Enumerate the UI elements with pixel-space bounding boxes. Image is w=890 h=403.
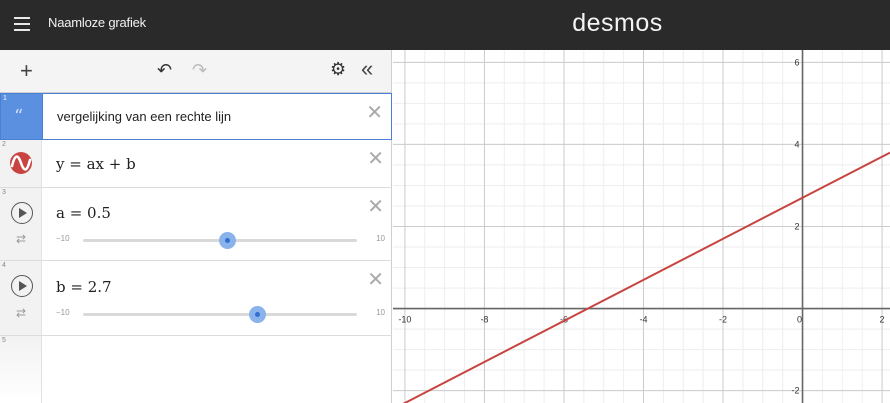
y-tick-label: 6 xyxy=(795,57,800,67)
expression-number: 1 xyxy=(3,95,7,102)
slider-thumb[interactable] xyxy=(248,306,266,323)
slider-b[interactable]: −10 10 xyxy=(56,306,391,323)
graph-canvas[interactable]: -10 -8 -6 -4 -2 0 2642-2 xyxy=(393,50,890,403)
plus-icon[interactable]: + xyxy=(20,58,33,84)
slider-track[interactable] xyxy=(83,232,357,249)
y-tick-label: 2 xyxy=(795,222,800,232)
undo-icon[interactable]: ↶ xyxy=(157,60,172,81)
loop-icon[interactable]: ⇄ xyxy=(16,232,26,246)
delete-icon[interactable]: ✕ xyxy=(366,100,383,125)
x-tick-label: 2 xyxy=(880,315,885,325)
x-tick-label: -10 xyxy=(398,315,411,325)
play-icon[interactable] xyxy=(11,202,33,224)
desmos-logo: desmos xyxy=(572,9,663,37)
slider-track[interactable] xyxy=(83,306,357,323)
graph-color-icon[interactable] xyxy=(9,151,33,175)
x-tick-label: -8 xyxy=(480,315,488,325)
slider-formula[interactable]: a = 0.5 xyxy=(56,204,111,222)
double-chevron-left-icon[interactable]: « xyxy=(361,56,373,82)
slider-thumb[interactable] xyxy=(218,232,236,249)
y-tick-label: 4 xyxy=(795,139,800,149)
x-tick-label: 0 xyxy=(797,315,802,325)
slider-min[interactable]: −10 xyxy=(56,234,70,243)
empty-expression-gutter[interactable]: 5 xyxy=(0,336,42,403)
slider-min[interactable]: −10 xyxy=(56,308,70,317)
loop-icon[interactable]: ⇄ xyxy=(16,306,26,320)
quote-icon: “ xyxy=(14,106,24,127)
expression-number: 3 xyxy=(2,189,6,196)
slider-formula[interactable]: b = 2.7 xyxy=(56,278,112,296)
note-text[interactable]: vergelijking van een rechte lijn xyxy=(57,109,231,124)
slider-max[interactable]: 10 xyxy=(376,308,385,317)
expression-row[interactable]: 2 y = ax + b ✕ xyxy=(0,140,392,188)
expression-number: 5 xyxy=(2,337,6,344)
plotted-line xyxy=(402,151,890,403)
x-tick-label: -4 xyxy=(639,315,647,325)
redo-icon[interactable]: ↷ xyxy=(192,60,207,81)
note-row[interactable]: 1 “ vergelijking van een rechte lijn ✕ xyxy=(0,93,392,140)
expression-formula[interactable]: y = ax + b xyxy=(56,155,136,173)
expression-number: 4 xyxy=(2,262,6,269)
delete-icon[interactable]: ✕ xyxy=(367,146,384,171)
x-tick-label: -2 xyxy=(719,315,727,325)
gear-icon[interactable]: ⚙ xyxy=(330,59,346,80)
delete-icon[interactable]: ✕ xyxy=(367,194,384,219)
expression-number: 2 xyxy=(2,141,6,148)
expression-toolbar: + ↶ ↷ ⚙ « xyxy=(0,50,392,93)
slider-a[interactable]: −10 10 xyxy=(56,232,391,249)
slider-row-a[interactable]: 3 ⇄ a = 0.5 ✕ −10 10 xyxy=(0,188,392,261)
play-icon[interactable] xyxy=(11,275,33,297)
y-tick-label: -2 xyxy=(792,386,800,396)
graph-paper[interactable]: -10 -8 -6 -4 -2 0 2 6 4 2 -2 xyxy=(393,50,890,403)
top-bar: Naamloze grafiek desmos xyxy=(0,0,890,50)
expression-list: 1 “ vergelijking van een rechte lijn ✕ 2… xyxy=(0,93,392,403)
slider-row-b[interactable]: 4 ⇄ b = 2.7 ✕ −10 10 xyxy=(0,261,392,336)
slider-max[interactable]: 10 xyxy=(376,234,385,243)
delete-icon[interactable]: ✕ xyxy=(367,267,384,292)
